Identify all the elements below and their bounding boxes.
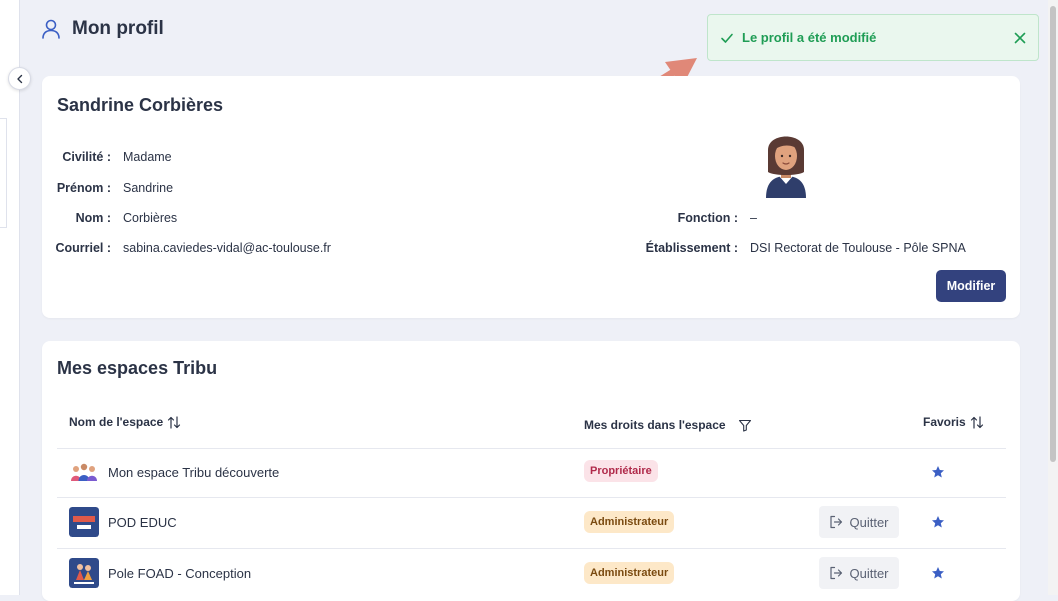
favorite-star-icon[interactable] [931,465,945,479]
toast-message: Le profil a été modifié [742,30,877,45]
quit-space-label: Quitter [849,514,889,530]
quit-space-button[interactable]: Quitter [819,557,899,589]
sort-icon [970,415,983,429]
column-header-favorites[interactable]: Favoris [923,415,984,429]
profile-name: Sandrine Corbières [57,95,224,115]
edit-profile-button[interactable]: Modifier [936,270,1006,302]
column-header-favorites-label: Favoris [923,415,966,429]
fonction-value: – [750,211,757,225]
page-header: Mon profil [40,18,164,40]
civilite-value: Madame [123,150,172,164]
prenom-label: Prénom : [56,181,111,195]
nom-label: Nom : [75,211,111,225]
close-icon [1014,32,1026,43]
column-header-rights-label: Mes droits dans l'espace [584,418,726,432]
spaces-card: Mes espaces Tribu Nom de l'espace Mes dr… [42,341,1020,601]
nom-value: Corbières [123,211,178,225]
spaces-title: Mes espaces Tribu [57,358,218,378]
quit-space-label: Quitter [849,565,889,581]
role-badge: Administrateur [584,511,675,533]
check-icon [721,33,733,43]
favorite-star-icon[interactable] [931,515,945,529]
etablissement-label: Établissement : [645,241,738,255]
sort-icon [168,415,181,429]
space-name[interactable]: Mon espace Tribu découverte [108,465,279,480]
sidebar-collapse-button[interactable] [8,67,31,90]
toast-close-button[interactable] [1014,32,1026,44]
scrollbar-thumb[interactable] [1050,6,1056,462]
page-scrollbar[interactable] [1048,0,1058,595]
favorite-star-icon[interactable] [931,566,945,580]
prenom-value: Sandrine [123,181,174,195]
role-badge: Propriétaire [584,460,658,482]
foad-conception-icon [69,558,99,588]
logout-icon [830,566,843,580]
quit-space-button[interactable]: Quitter [819,506,899,538]
role-badge: Administrateur [584,562,675,584]
success-toast: Le profil a été modifié [707,14,1039,61]
logout-icon [830,515,843,529]
row-divider [57,548,1006,549]
column-header-name[interactable]: Nom de l'espace [69,415,181,429]
filter-icon [738,419,751,432]
courriel-label: Courriel : [55,241,111,255]
fonction-label: Fonction : [677,211,738,225]
etablissement-value: DSI Rectorat de Toulouse - Pôle SPNA [750,241,966,255]
profile-card: Sandrine Corbières Civilité : Madame Pré… [42,76,1020,318]
row-divider [57,448,1006,449]
civilite-label: Civilité : [62,150,111,164]
people-group-icon [71,463,97,481]
space-name[interactable]: POD EDUC [108,515,177,530]
sidebar-tab [0,118,7,228]
avatar [766,136,806,198]
column-header-rights[interactable]: Mes droits dans l'espace [584,418,752,432]
column-header-name-label: Nom de l'espace [69,415,164,429]
page-title: Mon profil [72,18,164,39]
pod-educ-icon [69,507,99,537]
courriel-value: sabina.caviedes-vidal@ac-toulouse.fr [123,241,331,255]
chevron-left-icon [16,74,22,83]
space-name[interactable]: Pole FOAD - Conception [108,566,251,581]
user-icon [42,19,60,39]
row-divider [57,497,1006,498]
